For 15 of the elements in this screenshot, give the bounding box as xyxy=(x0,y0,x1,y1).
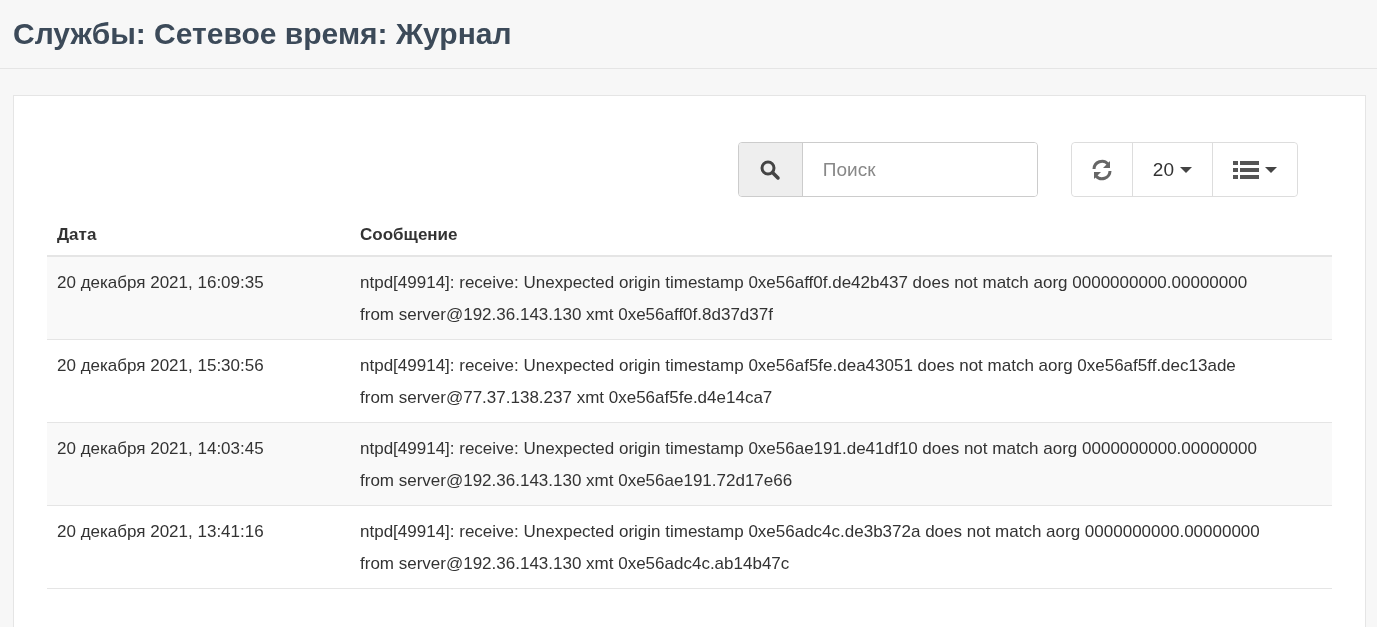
search-icon xyxy=(738,143,803,196)
date-cell: 20 декабря 2021, 13:41:16 xyxy=(47,505,350,589)
message-cell: ntpd[49914]: receive: Unexpected origin timestamp 0xe56aff0f.de42b437 does not match aorg 0000000000.00000000 from server@192.36.143.130 xmt 0xe56aff0f.8d37d37f xyxy=(350,256,1332,340)
page-title: Службы: Сетевое время: Журнал xyxy=(13,17,512,51)
date-cell: 20 декабря 2021, 14:03:45 xyxy=(47,422,350,506)
caret-icon xyxy=(1180,166,1192,173)
list-icon xyxy=(1233,159,1259,180)
message-cell: ntpd[49914]: receive: Unexpected origin timestamp 0xe56ae191.de41df10 does not match aorg 0000000000.00000000 from server@192.36.143.130 xmt 0xe56ae191.72d17e66 xyxy=(350,422,1332,506)
search-field[interactable]: Поиск xyxy=(737,142,1038,197)
caret-icon xyxy=(1265,166,1277,173)
columns-dropdown[interactable] xyxy=(1212,143,1297,196)
date-cell: 20 декабря 2021, 15:30:56 xyxy=(47,339,350,423)
date-cell: 20 декабря 2021, 16:09:35 xyxy=(47,256,350,340)
message-cell: ntpd[49914]: receive: Unexpected origin timestamp 0xe56af5fe.dea43051 does not match aorg 0xe56af5ff.dec13ade from server@77.37.138.237 xmt 0xe56af5fe.d4e14ca7 xyxy=(350,339,1332,423)
message-cell: ntpd[49914]: receive: Unexpected origin timestamp 0xe56adc4c.de3b372a does not match aorg 0000000000.00000000 from server@192.36.143.130 xmt 0xe56adc4c.ab14b47c xyxy=(350,505,1332,589)
